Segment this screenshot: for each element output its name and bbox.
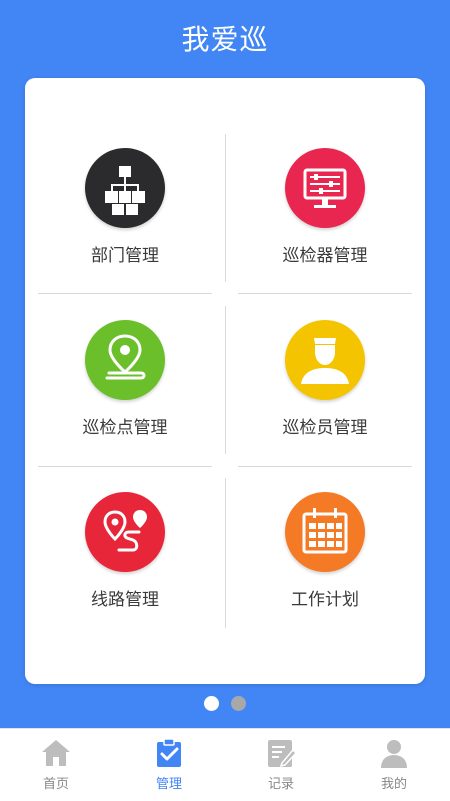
route-icon [85,492,165,572]
tile-work-plan[interactable]: 工作计划 [225,422,425,610]
tab-mine[interactable]: 我的 [338,729,450,801]
bottom-tab-bar: 首页 管理 记录 我的 [0,728,450,801]
location-pin-icon [85,320,165,400]
tile-label: 线路管理 [91,590,159,610]
tab-home[interactable]: 首页 [0,729,112,801]
tab-management[interactable]: 管理 [113,729,225,801]
tile-route-management[interactable]: 线路管理 [25,422,225,610]
tile-inspector-management[interactable]: 巡检员管理 [225,250,425,438]
tab-records[interactable]: 记录 [225,729,337,801]
inspector-person-icon [285,320,365,400]
tile-patrol-device-management[interactable]: 巡检器管理 [225,78,425,266]
org-chart-icon [85,148,165,228]
app-header: 我爱巡 [0,0,450,78]
user-icon [381,740,407,768]
calendar-icon [285,492,365,572]
tab-label: 记录 [267,777,294,792]
tab-label: 管理 [155,777,182,792]
tile-department-management[interactable]: 部门管理 [25,78,225,266]
management-card: 部门管理 巡检器管理 巡检点管理 巡检员管理 线路管理 工作计划 [25,78,425,684]
app-title: 我爱巡 [181,23,269,56]
page-dot[interactable] [231,696,246,711]
tab-label: 我的 [380,777,407,792]
tab-label: 首页 [42,777,69,792]
tile-label: 工作计划 [291,590,359,610]
page-indicator[interactable] [0,696,450,712]
clipboard-check-icon [157,738,181,767]
tile-checkpoint-management[interactable]: 巡检点管理 [25,250,225,438]
page-dot-active[interactable] [204,696,219,711]
notepad-pen-icon [268,740,297,768]
monitor-sliders-icon [285,148,365,228]
home-icon [42,740,70,766]
